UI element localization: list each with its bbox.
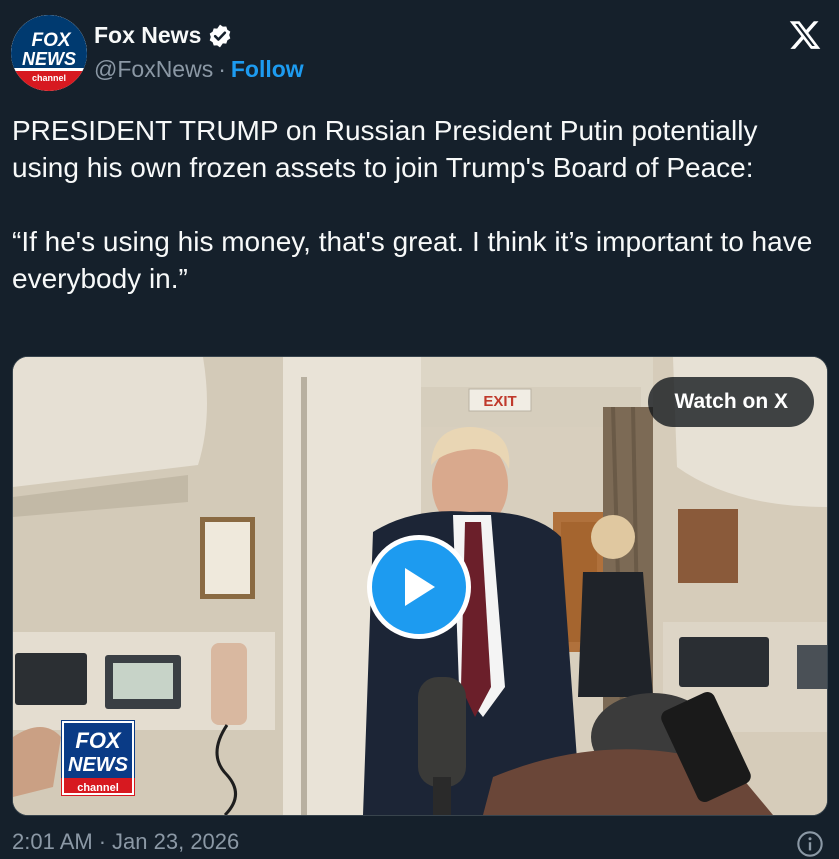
tweet-card: FOX NEWS channel Fox News @FoxNews · Fol… [0, 0, 839, 859]
watermark-channel: channel [77, 782, 119, 794]
avatar-logo-fox: FOX [31, 30, 71, 51]
verified-badge-icon [210, 24, 231, 47]
x-logo-icon[interactable] [787, 18, 823, 52]
author-avatar[interactable]: FOX NEWS channel [11, 15, 87, 91]
author-name[interactable]: Fox News [94, 22, 201, 49]
watermark-news: NEWS [68, 754, 129, 776]
follow-button[interactable]: Follow [231, 56, 304, 83]
tweet-date: Jan 23, 2026 [112, 829, 240, 854]
video-player[interactable]: EXIT Watch on X FOX NEWS channel [12, 356, 828, 816]
author-handle[interactable]: @FoxNews [94, 56, 213, 83]
play-icon [405, 568, 435, 606]
author-handle-row: @FoxNews · Follow [94, 56, 304, 83]
timestamp-separator: · [98, 829, 107, 854]
info-icon[interactable] [796, 830, 824, 858]
fox-news-watermark: FOX NEWS channel [61, 720, 135, 796]
timestamp[interactable]: 2:01 AM · Jan 23, 2026 [12, 829, 239, 855]
tweet-time: 2:01 AM [12, 829, 93, 854]
fox-news-logo: FOX NEWS channel [11, 15, 87, 91]
author-name-row: Fox News [94, 22, 233, 49]
tweet-text: PRESIDENT TRUMP on Russian President Put… [12, 115, 813, 294]
handle-separator: · [218, 56, 226, 82]
watch-on-x-button[interactable]: Watch on X [648, 377, 814, 427]
avatar-logo-news: NEWS [22, 49, 76, 69]
watermark-fox: FOX [75, 728, 122, 753]
avatar-logo-channel: channel [32, 73, 66, 83]
exit-sign-text: EXIT [483, 393, 516, 410]
play-button[interactable] [367, 535, 471, 639]
